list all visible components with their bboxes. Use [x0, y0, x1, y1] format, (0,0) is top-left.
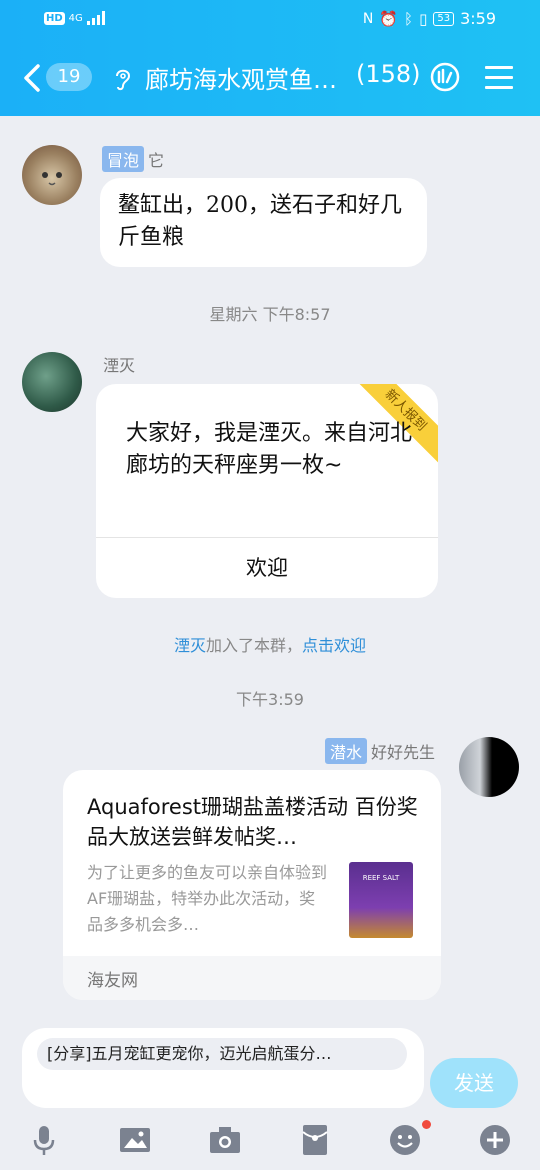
bluetooth-icon: ᛒ [404, 9, 414, 28]
alarm-icon: ⏰ [379, 9, 399, 28]
welcome-link[interactable]: 点击欢迎 [302, 636, 366, 655]
input-toolbar [0, 1112, 540, 1170]
top-bar: HD 4G N ⏰ ᛒ ▯ 53 3:59 19 廊坊海水观赏鱼… (158) [0, 0, 540, 116]
avatar[interactable] [22, 145, 82, 205]
sender-name[interactable]: 湮灭 [103, 352, 135, 376]
welcome-button[interactable]: 欢迎 [96, 538, 438, 598]
member-count[interactable]: (158) [356, 60, 421, 88]
draft-text[interactable]: [分享]五月宠缸更宠你，迈光启航蛋分… [37, 1038, 407, 1070]
level-tag: 冒泡 [102, 146, 145, 172]
timestamp: 星期六 下午8:57 [209, 305, 331, 324]
gesture-hand-icon[interactable] [430, 62, 460, 92]
status-bar: HD 4G N ⏰ ᛒ ▯ 53 3:59 [0, 0, 540, 40]
avatar[interactable] [22, 352, 82, 412]
intro-card[interactable]: 新人报到 大家好，我是湮灭。来自河北廊坊的天秤座男一枚~ 欢迎 [96, 384, 438, 598]
send-button[interactable]: 发送 [430, 1058, 518, 1108]
share-title: Aquaforest珊瑚盐盖楼活动 百份奖品大放送尝鲜发帖奖… [87, 795, 418, 849]
nfc-icon: N [362, 10, 374, 27]
sender-name[interactable]: 它 [148, 151, 164, 170]
notification-dot [422, 1120, 431, 1129]
level-tag: 潜水 [324, 738, 367, 764]
ear-icon[interactable] [112, 66, 134, 92]
back-icon[interactable] [20, 62, 46, 94]
red-packet-icon[interactable] [297, 1122, 333, 1158]
share-card[interactable]: Aquaforest珊瑚盐盖楼活动 百份奖品大放送尝鲜发帖奖… 为了让更多的鱼友… [63, 770, 441, 1000]
message-text: 鳌缸出，200，送石子和好几斤鱼粮 [118, 193, 402, 250]
share-thumbnail: REEF SALT [349, 862, 413, 938]
clock: 3:59 [460, 9, 496, 28]
plus-icon[interactable] [477, 1122, 513, 1158]
image-icon[interactable] [117, 1122, 153, 1158]
timestamp: 下午3:59 [236, 690, 304, 709]
sender-line: 潜水 好好先生 [324, 738, 435, 764]
group-title[interactable]: 廊坊海水观赏鱼… [145, 60, 345, 95]
cat-photo [42, 172, 62, 186]
message-bubble[interactable]: 鳌缸出，200，送石子和好几斤鱼粮 [100, 178, 427, 267]
camera-icon[interactable] [207, 1122, 243, 1158]
intro-text: 大家好，我是湮灭。来自河北廊坊的天秤座男一枚~ [126, 421, 413, 478]
microphone-icon[interactable] [26, 1122, 62, 1158]
signal-icon [86, 11, 105, 25]
sender-name[interactable]: 好好先生 [371, 743, 435, 762]
sender-line: 冒泡它 [102, 146, 164, 172]
avatar[interactable] [459, 737, 519, 797]
thumbnail-label: REEF SALT [362, 874, 400, 882]
message-composer[interactable]: [分享]五月宠缸更宠你，迈光启航蛋分… [22, 1028, 424, 1108]
status-right: N ⏰ ᛒ ▯ 53 3:59 [363, 9, 496, 28]
vibrate-icon: ▯ [419, 9, 428, 28]
system-message: 湮灭加入了本群，点击欢迎 [0, 632, 540, 656]
battery-icon: 53 [433, 11, 455, 26]
nav-bar: 19 廊坊海水观赏鱼… (158) [0, 48, 540, 108]
system-user-link[interactable]: 湮灭 [174, 636, 206, 655]
share-source: 海友网 [87, 971, 138, 991]
share-footer: 海友网 [63, 956, 441, 1000]
share-description: 为了让更多的鱼友可以亲自体验到AF珊瑚盐，特举办此次活动，奖品多多机会多… [87, 863, 327, 934]
system-joined-text: 加入了本群， [205, 636, 302, 655]
hd-icon: HD [44, 11, 65, 25]
emoji-icon[interactable] [387, 1122, 423, 1158]
menu-icon[interactable] [485, 66, 513, 90]
network-label: 4G [68, 12, 83, 24]
unread-count-badge[interactable]: 19 [46, 63, 92, 91]
status-left: HD 4G [44, 11, 105, 25]
